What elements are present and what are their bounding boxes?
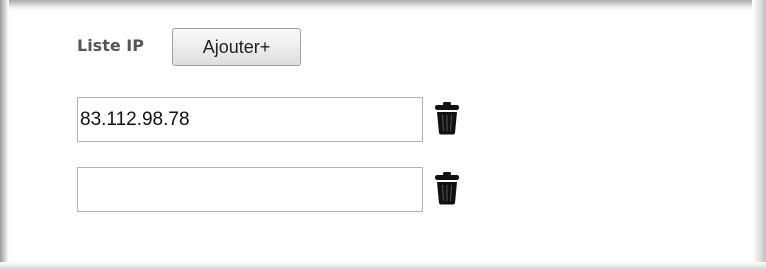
add-ip-button[interactable]: Ajouter+	[172, 28, 301, 66]
ip-address-field[interactable]	[77, 97, 423, 142]
ip-list-panel: Liste IP Ajouter+	[0, 0, 766, 270]
ip-entry-row	[77, 97, 477, 143]
trash-icon[interactable]	[433, 101, 461, 135]
trash-icon[interactable]	[433, 171, 461, 205]
ip-address-field[interactable]	[77, 167, 423, 212]
ip-entry-row	[77, 167, 477, 213]
ip-list-label: Liste IP	[77, 36, 144, 55]
